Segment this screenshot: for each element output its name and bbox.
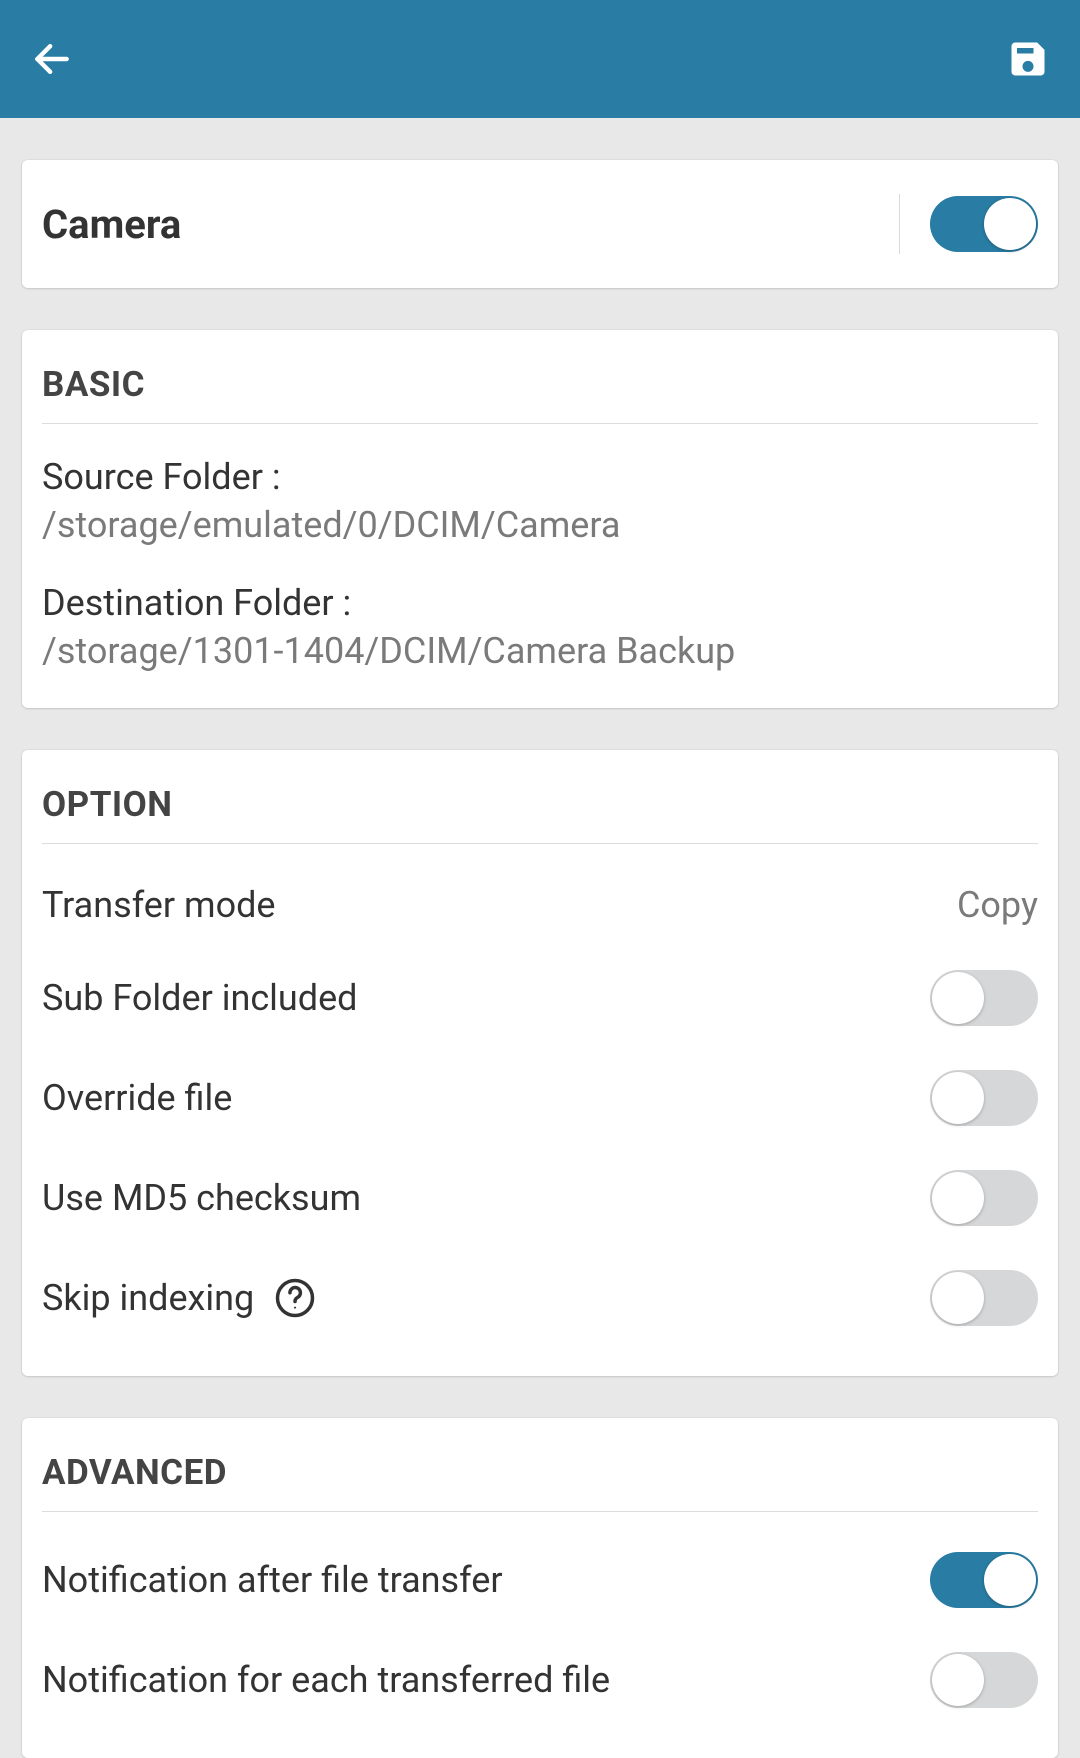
notify-each-row: Notification for each transferred file xyxy=(42,1630,1038,1730)
skip-indexing-label: Skip indexing xyxy=(42,1277,254,1319)
back-icon[interactable] xyxy=(30,37,74,81)
transfer-mode-value: Copy xyxy=(957,884,1038,926)
save-icon[interactable] xyxy=(1006,37,1050,81)
override-toggle[interactable] xyxy=(930,1070,1038,1126)
source-folder-value: /storage/emulated/0/DCIM/Camera xyxy=(42,504,1038,546)
md5-toggle[interactable] xyxy=(930,1170,1038,1226)
override-label: Override file xyxy=(42,1077,232,1119)
subfolder-toggle[interactable] xyxy=(930,970,1038,1026)
md5-row: Use MD5 checksum xyxy=(42,1148,1038,1248)
title-separator xyxy=(899,194,900,254)
source-folder-field[interactable]: Source Folder : /storage/emulated/0/DCIM… xyxy=(42,442,1038,574)
transfer-mode-row[interactable]: Transfer mode Copy xyxy=(42,862,1038,948)
top-app-bar xyxy=(0,0,1080,118)
option-header: OPTION xyxy=(42,778,1038,844)
notify-after-label: Notification after file transfer xyxy=(42,1559,503,1601)
content-area: Camera BASIC Source Folder : /storage/em… xyxy=(0,118,1080,1758)
option-card: OPTION Transfer mode Copy Sub Folder inc… xyxy=(22,750,1058,1376)
advanced-header: ADVANCED xyxy=(42,1446,1038,1512)
subfolder-label: Sub Folder included xyxy=(42,977,357,1019)
notify-each-label: Notification for each transferred file xyxy=(42,1659,610,1701)
destination-folder-value: /storage/1301-1404/DCIM/Camera Backup xyxy=(42,630,1038,672)
notify-after-toggle[interactable] xyxy=(930,1552,1038,1608)
title-card: Camera xyxy=(22,160,1058,288)
notify-after-row: Notification after file transfer xyxy=(42,1530,1038,1630)
task-title: Camera xyxy=(42,201,181,248)
destination-folder-label: Destination Folder : xyxy=(42,582,1038,624)
basic-header: BASIC xyxy=(42,358,1038,424)
source-folder-label: Source Folder : xyxy=(42,456,1038,498)
advanced-card: ADVANCED Notification after file transfe… xyxy=(22,1418,1058,1758)
md5-label: Use MD5 checksum xyxy=(42,1177,361,1219)
transfer-mode-label: Transfer mode xyxy=(42,884,276,926)
notify-each-toggle[interactable] xyxy=(930,1652,1038,1708)
override-row: Override file xyxy=(42,1048,1038,1148)
basic-card: BASIC Source Folder : /storage/emulated/… xyxy=(22,330,1058,708)
skip-indexing-row: Skip indexing xyxy=(42,1248,1038,1348)
help-icon[interactable] xyxy=(274,1277,316,1319)
skip-indexing-toggle[interactable] xyxy=(930,1270,1038,1326)
subfolder-row: Sub Folder included xyxy=(42,948,1038,1048)
task-enabled-toggle[interactable] xyxy=(930,196,1038,252)
destination-folder-field[interactable]: Destination Folder : /storage/1301-1404/… xyxy=(42,574,1038,680)
